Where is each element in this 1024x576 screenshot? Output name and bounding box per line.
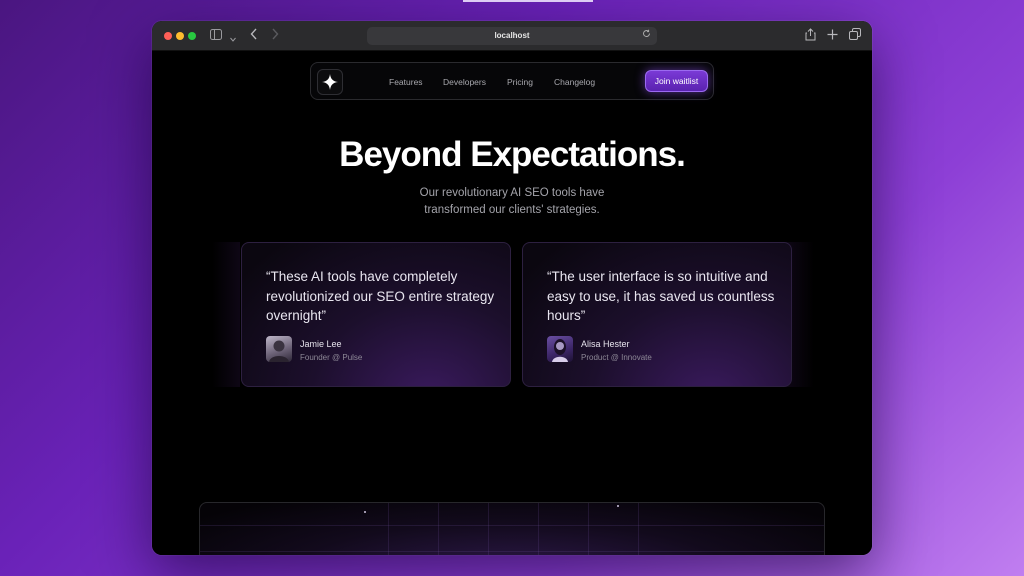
chevron-down-icon[interactable] bbox=[230, 30, 236, 46]
star-dot bbox=[364, 511, 366, 513]
reload-icon[interactable] bbox=[642, 27, 651, 45]
close-window-button[interactable] bbox=[164, 32, 172, 40]
grid-line bbox=[538, 503, 539, 555]
url-text: localhost bbox=[494, 31, 530, 40]
sidebar-icon[interactable] bbox=[210, 28, 222, 44]
web-page: Features Developers Pricing Changelog Jo… bbox=[152, 52, 872, 555]
hero-subtitle-line: transformed our clients' strategies. bbox=[424, 204, 600, 216]
nav-link-developers[interactable]: Developers bbox=[443, 76, 486, 88]
grid-line bbox=[588, 503, 589, 555]
avatar bbox=[266, 336, 292, 362]
browser-window: localhost Features Developers Pricing Ch… bbox=[152, 21, 872, 555]
star-dot bbox=[617, 505, 619, 507]
grid-line bbox=[200, 551, 824, 552]
testimonial-quote: “The user interface is so intuitive and … bbox=[547, 269, 775, 323]
testimonial-name: Jamie Lee bbox=[300, 339, 342, 349]
browser-toolbar: localhost bbox=[152, 21, 872, 51]
share-icon[interactable] bbox=[805, 28, 816, 45]
tabs-overview-icon[interactable] bbox=[849, 28, 861, 44]
carousel-edge-left bbox=[212, 242, 240, 387]
testimonial-quote: “These AI tools have completely revoluti… bbox=[266, 269, 495, 323]
testimonial-role: Founder @ Pulse bbox=[300, 353, 363, 362]
nav-link-changelog[interactable]: Changelog bbox=[554, 76, 595, 88]
grid-line bbox=[488, 503, 489, 555]
minimize-window-button[interactable] bbox=[176, 32, 184, 40]
hero-title: Beyond Expectations. bbox=[339, 135, 686, 174]
address-bar[interactable]: localhost bbox=[367, 27, 657, 45]
back-icon[interactable] bbox=[250, 28, 258, 44]
testimonial-card: “These AI tools have completely revoluti… bbox=[241, 242, 511, 387]
hero-subtitle-line: Our revolutionary AI SEO tools have bbox=[419, 187, 605, 199]
nav-link-pricing[interactable]: Pricing bbox=[507, 76, 533, 88]
zoom-window-button[interactable] bbox=[188, 32, 196, 40]
avatar bbox=[547, 336, 573, 362]
grid-line bbox=[388, 503, 389, 555]
join-waitlist-button[interactable]: Join waitlist bbox=[645, 70, 708, 92]
grid-line bbox=[200, 525, 824, 526]
top-tab-indicator bbox=[463, 0, 593, 2]
testimonial-name: Alisa Hester bbox=[581, 339, 630, 349]
top-navigation: Features Developers Pricing Changelog Jo… bbox=[310, 62, 714, 100]
forward-icon[interactable] bbox=[271, 28, 279, 44]
grid-line bbox=[438, 503, 439, 555]
nav-link-features[interactable]: Features bbox=[389, 76, 423, 88]
grid-line bbox=[638, 503, 639, 555]
testimonial-card: “The user interface is so intuitive and … bbox=[522, 242, 792, 387]
new-tab-icon[interactable] bbox=[827, 28, 838, 44]
hero-subtitle: Our revolutionary AI SEO tools have tran… bbox=[387, 185, 637, 219]
testimonial-role: Product @ Innovate bbox=[581, 353, 652, 362]
feature-preview-panel bbox=[199, 502, 825, 555]
sparkle-icon[interactable] bbox=[317, 69, 343, 95]
